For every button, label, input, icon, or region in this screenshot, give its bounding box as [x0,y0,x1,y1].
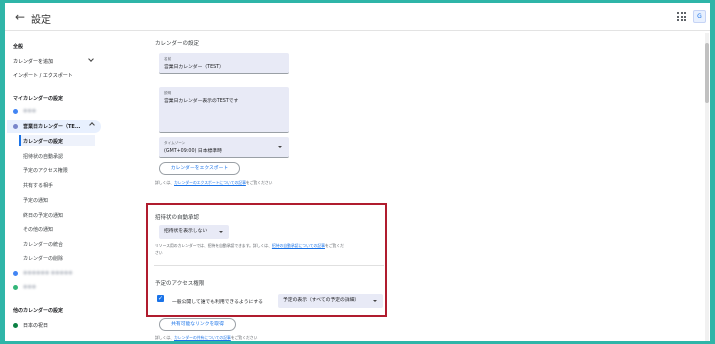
timezone-select[interactable]: タイムゾーン (GMT+09:00) 日本標準時 [159,137,289,158]
sidebar-sub-item[interactable]: カレンダーの削除 [23,255,63,262]
calendar-color-dot [13,124,18,129]
back-arrow-icon[interactable]: ← [15,10,25,24]
public-checkbox[interactable]: ✓ [157,295,164,302]
auto-accept-note-line2: さい [155,250,163,255]
sidebar-sub-item[interactable]: カレンダーの設定 [23,138,63,145]
scrollbar-thumb[interactable] [705,43,709,103]
my-calendars-heading: マイカレンダーの設定 [13,96,64,102]
name-field[interactable]: 名前 営業日カレンダー（TEST） [159,53,289,74]
sidebar: 全般 カレンダーを追加 インポート / エクスポート マイカレンダーの設定 ●●… [5,31,105,341]
timezone-value: (GMT+09:00) 日本標準時 [164,149,222,154]
name-field-label: 名前 [164,57,172,61]
sidebar-item-calendar-4[interactable]: ●●● [23,284,36,290]
sidebar-item-add-calendar[interactable]: カレンダーを追加 [13,58,53,65]
sidebar-sub-item[interactable]: その他の通知 [23,226,53,233]
sidebar-item-calendar-1[interactable]: ●●● [23,108,36,114]
description-field[interactable]: 説明 営業日カレンダー表示のTESTです [159,87,289,133]
timezone-label: タイムゾーン [164,141,186,145]
section-divider [154,265,384,266]
auto-accept-article-link[interactable]: 招待の自動承認についての記事 [272,243,325,248]
dropdown-caret-icon [219,231,223,233]
page-title: 設定 [31,15,51,26]
calendar-settings-title: カレンダーの設定 [155,41,200,47]
sidebar-item-general[interactable]: 全般 [13,43,23,50]
auto-accept-note: リソース用のカレンダーでは、招待を自動承認できます。詳しくは、招待の自動承認につ… [155,243,344,248]
settings-window: ← 設定 G 全般 カレンダーを追加 インポート / エクスポート マイカレンダ… [5,3,710,341]
avatar[interactable]: G [693,10,706,23]
dropdown-caret-icon [278,146,282,148]
sidebar-item-import-export[interactable]: インポート / エクスポート [13,72,73,79]
sidebar-item-holiday-calendar[interactable]: 日本の祝日 [23,322,48,329]
auto-accept-title: 招待状の自動承認 [155,215,200,221]
sidebar-sub-item[interactable]: 予定のアクセス権限 [23,167,68,174]
sidebar-item-calendar-2-label: 営業日カレンダー（TE... [23,124,81,130]
public-checkbox-label: 一般公開して誰でも利用できるようにする [172,300,263,305]
public-access-value: 予定の表示（すべての予定の詳細） [283,298,360,303]
share-article-link[interactable]: カレンダーの共有についての記事 [174,335,231,340]
sidebar-sub-item[interactable]: 終日の予定の通知 [23,212,63,219]
sidebar-sub-item[interactable]: 招待状の自動承認 [23,153,63,160]
sidebar-sub-item[interactable]: 予定の通知 [23,197,48,204]
chevron-down-icon[interactable] [88,56,94,62]
name-field-value: 営業日カレンダー（TEST） [164,65,224,70]
public-access-select[interactable]: 予定の表示（すべての予定の詳細） [278,294,383,308]
access-title: 予定のアクセス権限 [155,281,205,287]
description-field-label: 説明 [164,91,172,95]
description-field-value: 営業日カレンダー表示のTESTです [164,99,239,104]
sidebar-sub-item[interactable]: カレンダーの統合 [23,241,63,248]
get-shareable-link-button[interactable]: 共有可能なリンクを取得 [159,318,236,331]
calendar-color-dot [13,323,18,328]
apps-grid-icon[interactable] [677,12,686,21]
export-calendar-button[interactable]: カレンダーをエクスポート [159,162,240,175]
auto-accept-select[interactable]: 招待状を表示しない [159,225,229,239]
calendar-color-dot [13,109,18,114]
calendar-color-dot [13,271,18,276]
sidebar-sub-item[interactable]: 共有する相手 [23,182,53,189]
export-article-link[interactable]: カレンダーのエクスポートについての記事 [174,180,246,185]
top-bar: ← 設定 G [5,3,710,31]
dropdown-caret-icon [373,300,377,302]
calendar-color-dot [13,285,18,290]
other-calendars-heading: 他のカレンダーの設定 [13,308,64,314]
auto-accept-value: 招待状を表示しない [164,229,208,234]
share-note: 詳しくは、カレンダーの共有についての記事をご覧ください [155,335,258,340]
export-note: 詳しくは、カレンダーのエクスポートについての記事をご覧ください [155,180,273,185]
sidebar-item-calendar-3[interactable]: ●●●●●● ●●●●● [23,270,73,276]
